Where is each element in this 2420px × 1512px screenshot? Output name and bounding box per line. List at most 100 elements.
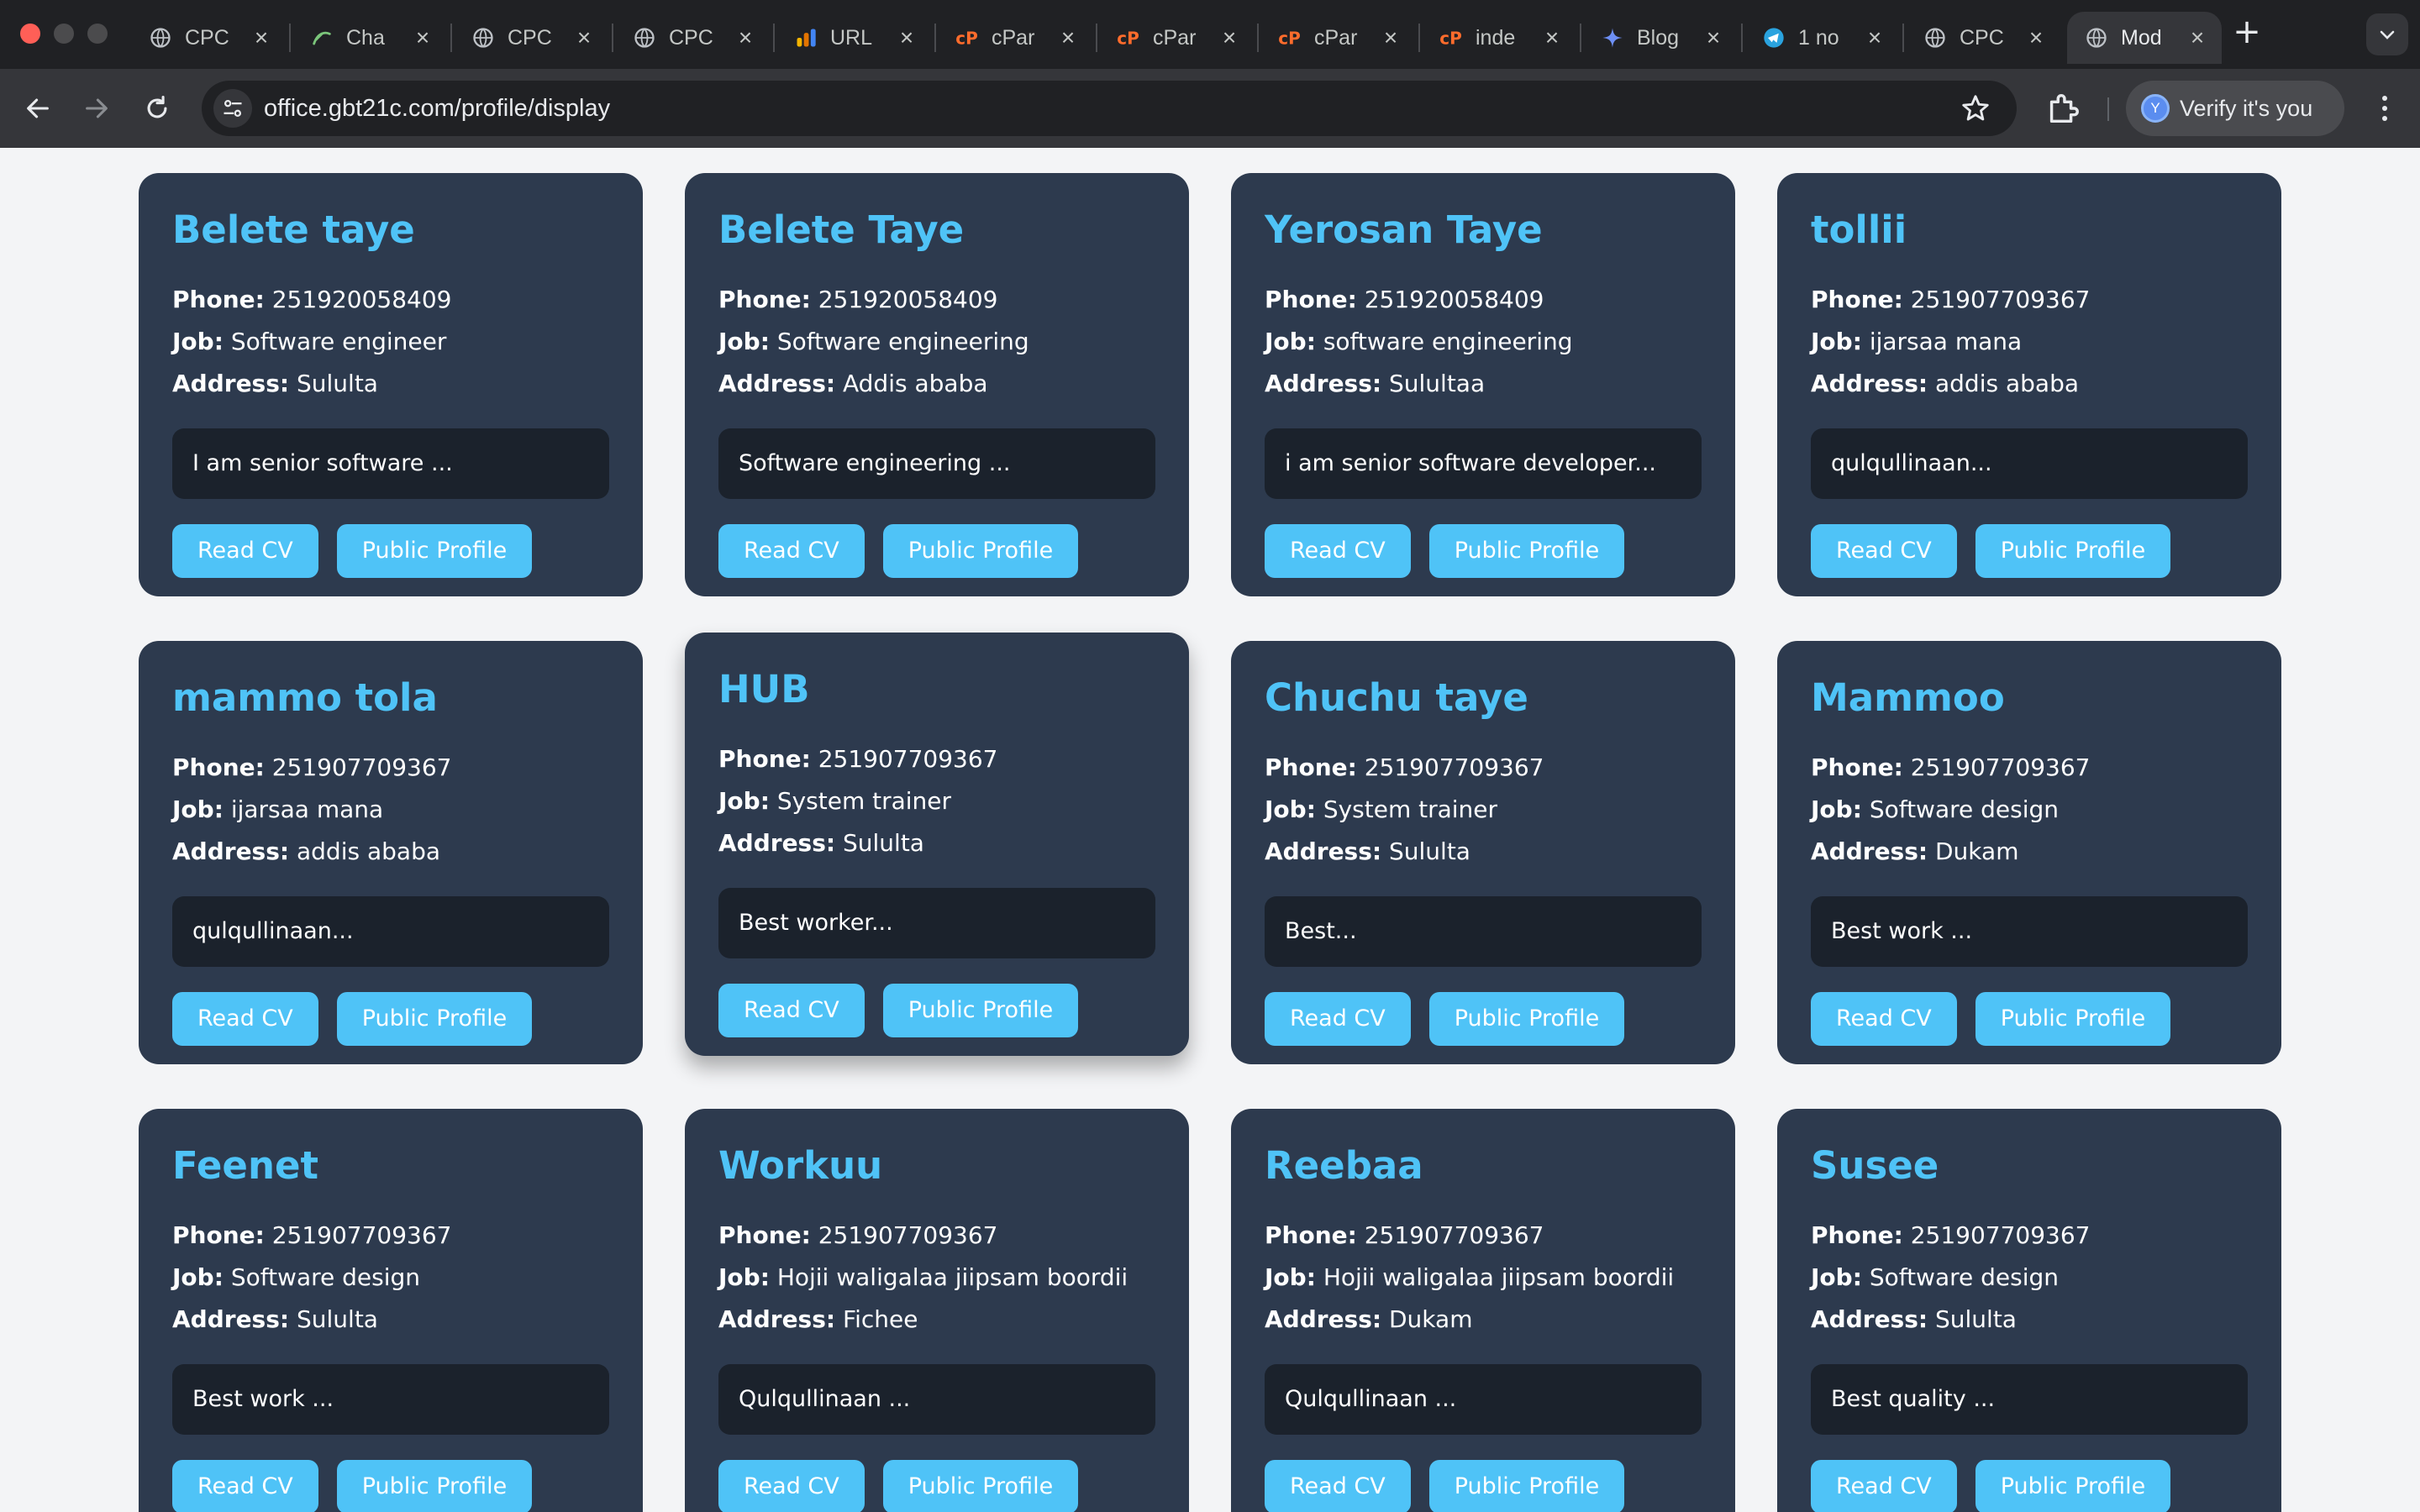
browser-tab[interactable]: Cha ×	[292, 12, 447, 64]
profile-name: Chuchu taye	[1265, 675, 1528, 720]
card-actions: Read CV Public Profile	[172, 992, 609, 1046]
browser-tab[interactable]: Mod ×	[2067, 12, 2222, 64]
bookmark-star-icon[interactable]	[1960, 92, 1991, 124]
browser-tab[interactable]: cP inde ×	[1422, 12, 1576, 64]
close-icon[interactable]: ×	[2185, 24, 2210, 51]
phone-value: 251920058409	[1364, 286, 1544, 313]
tab-separator	[934, 24, 936, 52]
tab-search-button[interactable]	[2366, 13, 2408, 55]
browser-tab[interactable]: CPC ×	[454, 12, 608, 64]
browser-tab[interactable]: cP cPar ×	[938, 12, 1092, 64]
public-profile-button[interactable]: Public Profile	[336, 524, 533, 578]
read-cv-button[interactable]: Read CV	[1265, 1460, 1411, 1512]
close-icon[interactable]: ×	[1862, 24, 1887, 51]
bio-summary: qulqullinaan...	[1811, 428, 2248, 499]
browser-tab[interactable]: cP cPar ×	[1099, 12, 1254, 64]
public-profile-button[interactable]: Public Profile	[1428, 1460, 1625, 1512]
read-cv-button[interactable]: Read CV	[1265, 992, 1411, 1046]
close-icon[interactable]: ×	[1055, 24, 1081, 51]
job-field: Job: software engineering	[1265, 321, 1702, 363]
job-value: software engineering	[1323, 328, 1573, 355]
public-profile-button[interactable]: Public Profile	[1428, 524, 1625, 578]
phone-label: Phone:	[718, 286, 811, 313]
phone-field: Phone: 251907709367	[172, 747, 609, 789]
bio-summary: Best worker...	[718, 888, 1155, 958]
tab-separator	[289, 24, 291, 52]
phone-value: 251907709367	[818, 745, 998, 773]
kebab-dot	[2382, 96, 2387, 101]
phone-field: Phone: 251907709367	[1811, 747, 2248, 789]
maximize-window-button[interactable]	[87, 24, 108, 44]
job-field: Job: Software engineer	[172, 321, 609, 363]
address-value: Sululta	[1935, 1305, 2017, 1333]
address-label: Address:	[718, 1305, 836, 1333]
public-profile-button[interactable]: Public Profile	[1975, 524, 2171, 578]
public-profile-button[interactable]: Public Profile	[1975, 992, 2171, 1046]
profile-chip[interactable]: Y Verify it's you	[2126, 81, 2344, 136]
forward-button[interactable]	[76, 87, 118, 129]
browser-tab[interactable]: 1 no ×	[1744, 12, 1899, 64]
close-icon[interactable]: ×	[249, 24, 274, 51]
close-icon[interactable]: ×	[733, 24, 758, 51]
close-icon[interactable]: ×	[894, 24, 919, 51]
browser-tab[interactable]: URL ×	[776, 12, 931, 64]
read-cv-button[interactable]: Read CV	[718, 524, 865, 578]
card-actions: Read CV Public Profile	[172, 1460, 609, 1512]
address-label: Address:	[172, 370, 290, 397]
read-cv-button[interactable]: Read CV	[718, 1460, 865, 1512]
address-bar[interactable]: office.gbt21c.com/profile/display	[202, 81, 2017, 136]
minimize-window-button[interactable]	[54, 24, 74, 44]
close-icon[interactable]: ×	[1701, 24, 1726, 51]
public-profile-button[interactable]: Public Profile	[882, 1460, 1079, 1512]
card-actions: Read CV Public Profile	[1265, 524, 1702, 578]
public-profile-button[interactable]: Public Profile	[882, 524, 1079, 578]
public-profile-button[interactable]: Public Profile	[1975, 1460, 2171, 1512]
tab-title: 1 no	[1798, 25, 1839, 50]
close-icon[interactable]: ×	[1217, 24, 1242, 51]
address-field: Address: Sululta	[718, 822, 1155, 864]
read-cv-button[interactable]: Read CV	[1811, 1460, 1957, 1512]
bio-summary: Best...	[1265, 896, 1702, 967]
phone-label: Phone:	[718, 1221, 811, 1249]
url-text[interactable]: office.gbt21c.com/profile/display	[264, 81, 610, 136]
cpanel-icon: cP	[1277, 25, 1302, 50]
job-label: Job:	[718, 787, 770, 815]
extensions-icon[interactable]	[2044, 89, 2082, 128]
address-value: Addis ababa	[843, 370, 988, 397]
public-profile-button[interactable]: Public Profile	[336, 1460, 533, 1512]
reload-button[interactable]	[136, 87, 178, 129]
browser-tab[interactable]: CPC ×	[615, 12, 770, 64]
address-value: Sululta	[1389, 837, 1470, 865]
bio-summary: qulqullinaan...	[172, 896, 609, 967]
job-field: Job: Hojii waligalaa jiipsam boordii	[718, 1257, 1155, 1299]
back-button[interactable]	[17, 87, 59, 129]
bio-summary: Software engineering ...	[718, 428, 1155, 499]
read-cv-button[interactable]: Read CV	[172, 524, 318, 578]
browser-tab[interactable]: Blog ×	[1583, 12, 1738, 64]
public-profile-button[interactable]: Public Profile	[1428, 992, 1625, 1046]
site-info-button[interactable]	[213, 89, 252, 128]
read-cv-button[interactable]: Read CV	[1811, 992, 1957, 1046]
close-icon[interactable]: ×	[410, 24, 435, 51]
browser-tab[interactable]: cP cPar ×	[1260, 12, 1415, 64]
browser-menu-button[interactable]	[2368, 89, 2402, 128]
close-icon[interactable]: ×	[2023, 24, 2049, 51]
read-cv-button[interactable]: Read CV	[1265, 524, 1411, 578]
new-tab-button[interactable]: +	[2228, 13, 2265, 50]
read-cv-button[interactable]: Read CV	[1811, 524, 1957, 578]
phone-value: 251907709367	[271, 1221, 452, 1249]
address-field: Address: Dukam	[1811, 831, 2248, 873]
close-icon[interactable]: ×	[571, 24, 597, 51]
close-icon[interactable]: ×	[1539, 24, 1565, 51]
close-icon[interactable]: ×	[1378, 24, 1403, 51]
close-window-button[interactable]	[20, 24, 40, 44]
read-cv-button[interactable]: Read CV	[172, 992, 318, 1046]
public-profile-button[interactable]: Public Profile	[336, 992, 533, 1046]
browser-tab[interactable]: CPC ×	[1906, 12, 2060, 64]
read-cv-button[interactable]: Read CV	[718, 984, 865, 1037]
browser-tab[interactable]: CPC ×	[131, 12, 286, 64]
svg-text:cP: cP	[955, 29, 978, 49]
job-value: Software engineering	[776, 328, 1029, 355]
public-profile-button[interactable]: Public Profile	[882, 984, 1079, 1037]
read-cv-button[interactable]: Read CV	[172, 1460, 318, 1512]
